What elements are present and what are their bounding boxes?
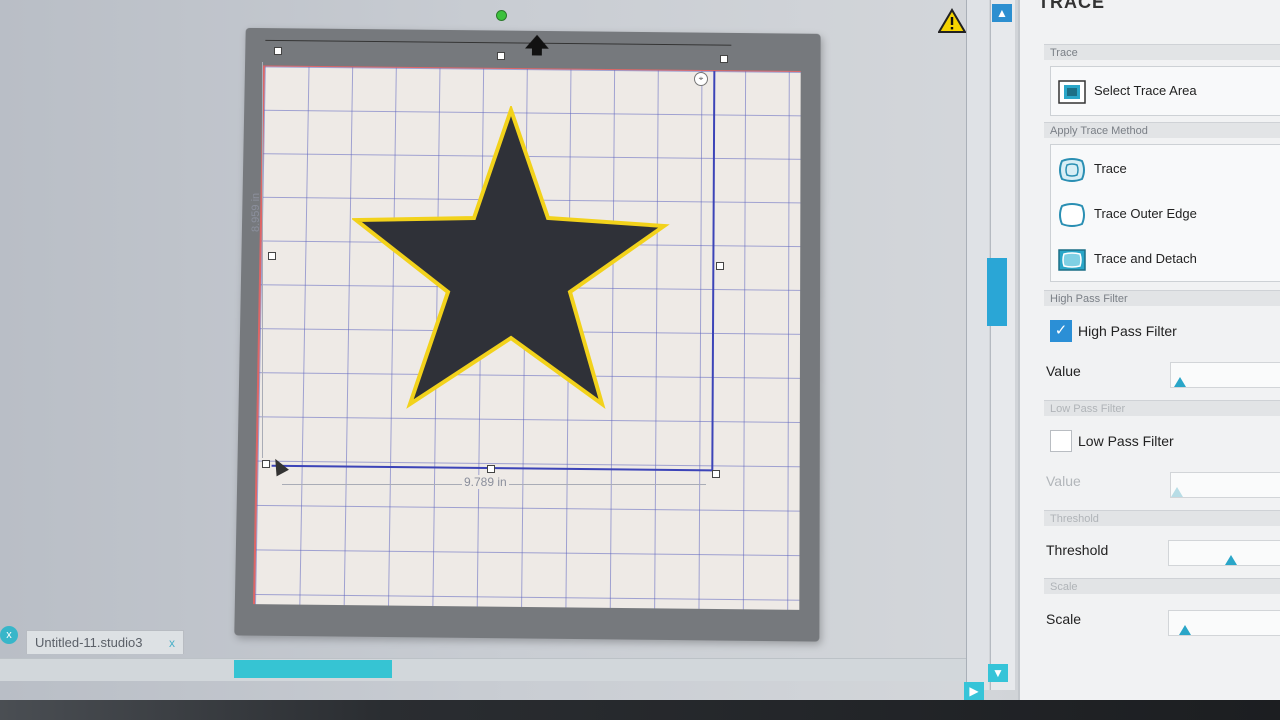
slider-knob[interactable] [1225, 555, 1237, 565]
high-pass-filter-label: High Pass Filter [1078, 323, 1177, 339]
scroll-right-arrow-icon[interactable]: ▶ [964, 682, 984, 700]
trace-icon [1059, 158, 1085, 182]
height-dimension-line [262, 62, 263, 458]
slider-knob[interactable] [1179, 625, 1191, 635]
document-tab[interactable]: Untitled-11.studio3 x [26, 630, 184, 654]
taskbar [0, 700, 1280, 720]
threshold-label: Threshold [1046, 542, 1109, 558]
slider-knob[interactable] [1174, 377, 1186, 387]
scale-label: Scale [1046, 611, 1082, 627]
height-readout: 8.959 in [250, 192, 262, 232]
trace-outer-edge-icon [1059, 203, 1085, 227]
section-apply-trace-method: Apply Trace Method [1044, 122, 1280, 138]
section-low-pass-filter: Low Pass Filter [1044, 400, 1280, 416]
vertical-ruler [990, 0, 1015, 690]
warning-icon[interactable] [938, 8, 966, 34]
section-high-pass-filter: High Pass Filter [1044, 290, 1280, 306]
section-scale: Scale [1044, 578, 1280, 594]
selection-handle-bottom[interactable] [487, 465, 495, 473]
scroll-up-arrow-icon[interactable]: ▲ [992, 4, 1012, 22]
width-readout: 9.789 in [462, 475, 509, 489]
load-arrow-icon-stem [531, 47, 542, 56]
trace-panel: TRACE Trace Select Trace Area Apply Trac… [1018, 0, 1280, 700]
selection-handle-bottom-right[interactable] [712, 470, 720, 478]
star-shape[interactable] [352, 106, 670, 412]
trace-and-detach-button[interactable]: Trace and Detach [1054, 244, 1280, 274]
low-pass-value-slider [1170, 472, 1280, 498]
vertical-scrollbar[interactable] [966, 0, 989, 690]
select-trace-area-button[interactable]: Select Trace Area [1054, 76, 1280, 106]
section-threshold: Threshold [1044, 510, 1280, 526]
threshold-slider[interactable] [1168, 540, 1280, 566]
selection-handle-right[interactable] [716, 262, 724, 270]
scale-slider[interactable] [1168, 610, 1280, 636]
scroll-down-arrow-icon[interactable]: ▼ [988, 664, 1008, 682]
rotate-handle[interactable] [496, 10, 507, 21]
high-pass-value-label: Value [1046, 363, 1081, 379]
star-outline [352, 106, 670, 410]
slider-knob [1171, 487, 1183, 497]
selection-handle-top[interactable] [497, 52, 505, 60]
selection-handle-top-right[interactable] [720, 55, 728, 63]
trace-label: Trace [1094, 161, 1127, 176]
trace-and-detach-label: Trace and Detach [1094, 251, 1197, 266]
trace-and-detach-icon [1058, 249, 1086, 271]
low-pass-filter-label: Low Pass Filter [1078, 433, 1174, 449]
selection-handle-left[interactable] [268, 252, 276, 260]
pin-icon[interactable]: ⌖ [694, 72, 708, 86]
document-tab-label: Untitled-11.studio3 [35, 635, 143, 650]
trace-outer-edge-button[interactable]: Trace Outer Edge [1054, 199, 1280, 229]
select-trace-area-icon [1058, 80, 1086, 104]
low-pass-value-label: Value [1046, 473, 1081, 489]
low-pass-filter-checkbox[interactable] [1050, 430, 1072, 452]
high-pass-value-slider[interactable] [1170, 362, 1280, 388]
horizontal-scrollbar[interactable] [0, 658, 966, 681]
design-canvas[interactable]: ⌖ 9.789 in 8.959 in ▲ ▼ ▶ x Untitled-11.… [0, 0, 1015, 700]
trace-outer-edge-label: Trace Outer Edge [1094, 206, 1197, 221]
select-trace-area-label: Select Trace Area [1094, 83, 1197, 98]
horizontal-scroll-thumb[interactable] [234, 660, 392, 678]
selection-handle-top-left[interactable] [274, 47, 282, 55]
high-pass-filter-checkbox[interactable]: ✓ [1050, 320, 1072, 342]
trace-button[interactable]: Trace [1054, 154, 1280, 184]
section-trace: Trace [1044, 44, 1280, 60]
close-icon[interactable]: x [0, 626, 18, 644]
vertical-scroll-thumb[interactable] [987, 258, 1007, 326]
panel-title: TRACE [1038, 0, 1105, 12]
tab-close-icon[interactable]: x [169, 631, 175, 655]
